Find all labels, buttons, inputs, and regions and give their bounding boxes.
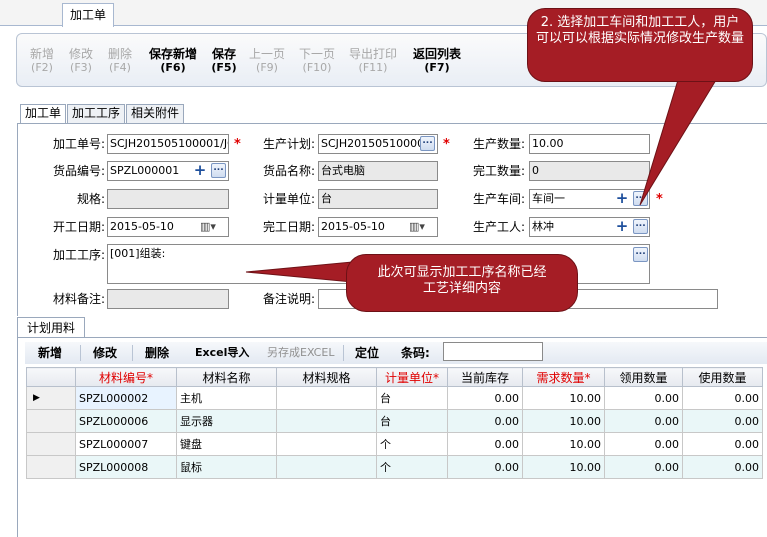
callout-middle: 此次可显示加工工序名称已经工艺详细内容 xyxy=(346,254,578,312)
top-callout-pointer xyxy=(639,79,717,206)
middle-callout-pointer xyxy=(245,261,353,283)
callout-top: 2. 选择加工车间和加工工人，用户可以可以根据实际情况修改生产数量 xyxy=(527,8,753,82)
